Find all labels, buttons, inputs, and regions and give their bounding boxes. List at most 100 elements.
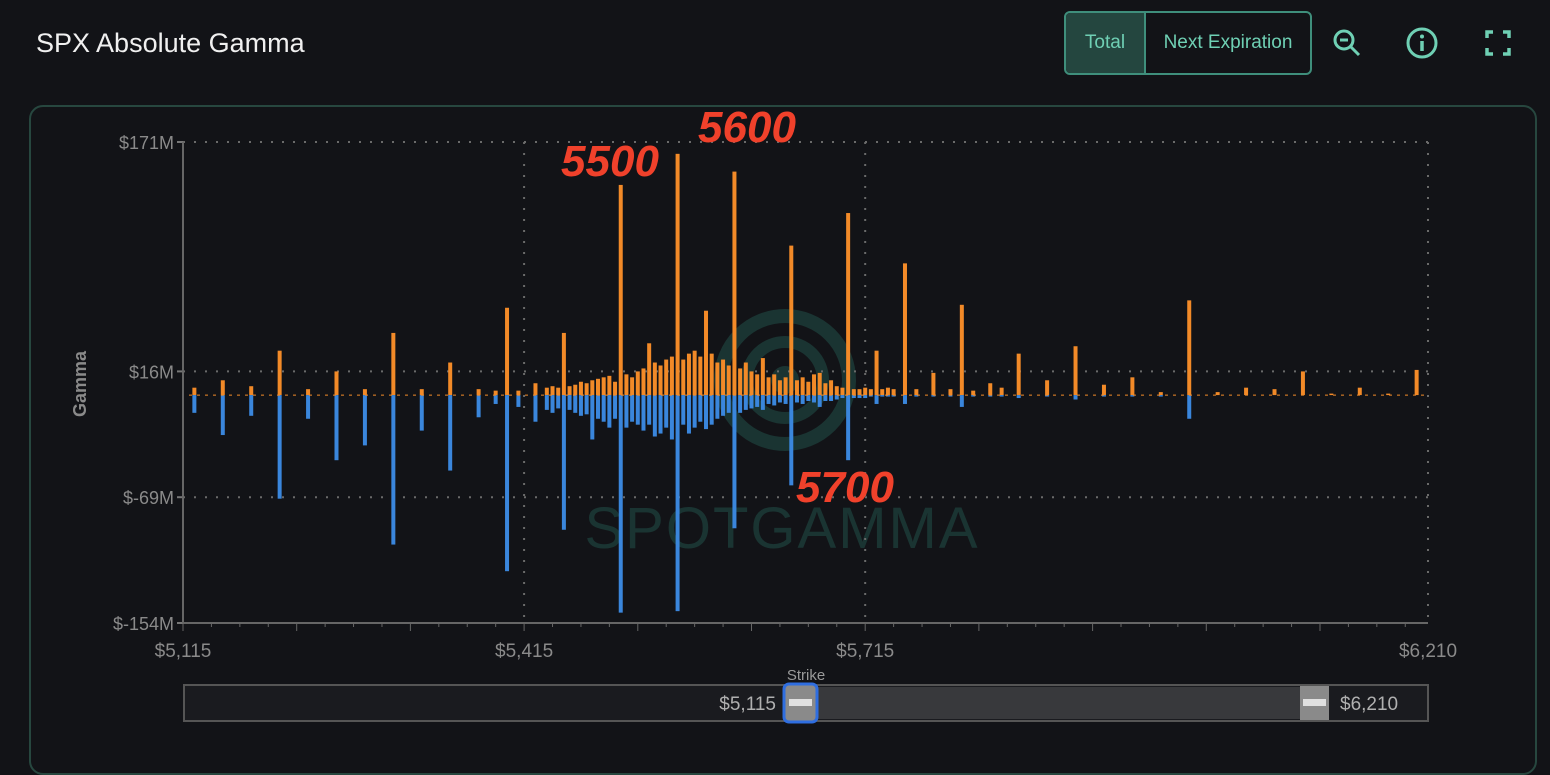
bar-positive-5460 <box>573 384 578 396</box>
bar-negative-5695 <box>840 395 845 399</box>
bar-positive-5175 <box>249 386 254 396</box>
bar-positive-5605 <box>738 368 743 396</box>
bar-positive-6200 <box>1414 369 1419 396</box>
y-tick-label: $16M <box>129 362 174 382</box>
bar-negative-5460 <box>573 395 578 413</box>
annotation-5600: 5600 <box>698 103 796 152</box>
bar-positive-5535 <box>658 365 663 396</box>
bar-positive-5300 <box>391 332 396 396</box>
bar-negative-5410 <box>516 395 521 407</box>
bar-positive-5720 <box>868 389 873 396</box>
bar-positive-6050 <box>1244 387 1249 396</box>
bar-negative-5440 <box>550 395 555 413</box>
bar-negative-5580 <box>709 395 714 425</box>
bar-positive-6100 <box>1300 371 1305 396</box>
bar-negative-5675 <box>817 395 822 407</box>
bar-positive-5500 <box>618 184 623 396</box>
bar-negative-5390 <box>493 395 498 404</box>
bar-positive-5715 <box>863 387 868 396</box>
bar-positive-5950 <box>1130 377 1135 396</box>
bar-negative-5300 <box>391 395 396 545</box>
bar-positive-5875 <box>1045 380 1050 396</box>
bar-positive-6125 <box>1329 393 1334 396</box>
bar-negative-5600 <box>732 395 737 529</box>
bar-positive-5810 <box>971 390 976 396</box>
bar-positive-5835 <box>999 387 1004 396</box>
bar-negative-5660 <box>800 395 805 404</box>
bar-positive-5425 <box>533 383 538 396</box>
bar-positive-5580 <box>709 353 714 396</box>
slider-selected-range[interactable] <box>800 687 1314 719</box>
bar-negative-5175 <box>249 395 254 416</box>
bar-negative-5470 <box>584 395 589 415</box>
bar-negative-6000 <box>1187 395 1192 419</box>
bar-positive-5530 <box>652 362 657 396</box>
bar-positive-5675 <box>817 372 822 396</box>
bar-negative-5800 <box>959 395 964 407</box>
bar-positive-5625 <box>760 358 765 396</box>
bar-positive-5400 <box>505 307 510 396</box>
bar-negative-5570 <box>698 395 703 422</box>
bar-positive-5725 <box>874 350 879 396</box>
slider-min-label: $5,115 <box>719 694 776 715</box>
bar-positive-5825 <box>988 383 993 396</box>
bar-negative-5445 <box>556 395 561 409</box>
bar-negative-5475 <box>590 395 595 440</box>
y-tick-label: $171M <box>119 133 174 153</box>
bar-positive-6150 <box>1357 387 1362 396</box>
x-tick-label: $5,715 <box>836 641 894 662</box>
bar-negative-5690 <box>834 395 839 400</box>
gamma-chart: SPOTGAMMA $171M $16M $-69M $-154M $5,115 $5,4… <box>70 103 1457 724</box>
strike-range-slider[interactable]: $5,115 $6,210 <box>183 682 1429 724</box>
bar-positive-5575 <box>704 310 709 396</box>
bar-positive-5465 <box>578 381 583 396</box>
bar-negative-5725 <box>874 395 879 404</box>
bar-positive-5925 <box>1101 384 1106 396</box>
bar-positive-5555 <box>681 359 686 396</box>
bar-positive-5490 <box>607 375 612 396</box>
bar-positive-5760 <box>914 389 919 396</box>
bar-negative-5545 <box>669 395 674 440</box>
bar-negative-5560 <box>686 395 691 434</box>
bar-negative-5630 <box>766 395 771 404</box>
bar-negative-5640 <box>777 395 782 403</box>
bar-positive-5730 <box>880 389 885 396</box>
bar-positive-5570 <box>698 356 703 396</box>
bar-positive-5560 <box>686 353 691 396</box>
bar-positive-5600 <box>732 171 737 396</box>
bar-negative-5590 <box>721 395 726 416</box>
bar-positive-5325 <box>419 389 424 396</box>
bar-negative-5710 <box>857 395 862 399</box>
bar-negative-5605 <box>738 395 743 413</box>
bar-positive-5225 <box>306 389 311 396</box>
bar-negative-5635 <box>772 395 777 406</box>
bar-positive-5740 <box>891 389 896 396</box>
bar-negative-5525 <box>647 395 652 425</box>
bar-positive-5850 <box>1016 353 1021 396</box>
bar-positive-5660 <box>800 377 805 396</box>
bar-negative-5275 <box>362 395 367 446</box>
bar-positive-5635 <box>772 374 777 396</box>
bar-positive-5455 <box>567 386 572 396</box>
bar-negative-5520 <box>641 395 646 431</box>
bar-positive-5495 <box>613 381 618 396</box>
bar-negative-5645 <box>783 395 788 404</box>
bar-positive-5470 <box>584 383 589 396</box>
bar-positive-5620 <box>755 374 760 396</box>
spotgamma-watermark: SPOTGAMMA <box>584 309 978 561</box>
bar-negative-5505 <box>624 395 629 428</box>
bar-positive-5475 <box>590 380 595 396</box>
bar-positive-5435 <box>544 387 549 396</box>
bar-positive-5680 <box>823 383 828 396</box>
bar-negative-5575 <box>704 395 709 430</box>
bar-negative-5750 <box>902 395 907 404</box>
x-tick-label: $6,210 <box>1399 641 1457 662</box>
slider-max-label: $6,210 <box>1340 694 1398 715</box>
handle-grip-icon <box>1303 699 1326 706</box>
bar-positive-5450 <box>561 332 566 396</box>
bar-positive-5545 <box>669 356 674 396</box>
bar-positive-5440 <box>550 386 555 396</box>
bar-negative-5480 <box>596 395 600 419</box>
bar-negative-5425 <box>533 395 538 422</box>
bar-positive-5445 <box>556 387 561 396</box>
